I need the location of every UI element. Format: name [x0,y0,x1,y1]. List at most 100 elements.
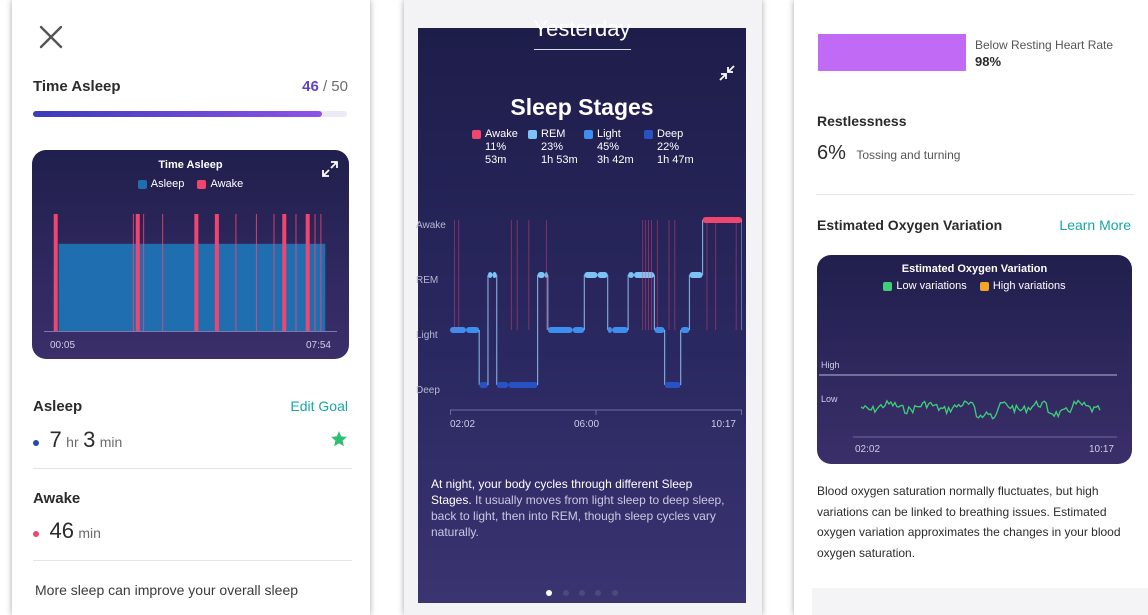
legend-label: Asleep [150,178,185,190]
legend-swatch [644,129,653,139]
awake-mark [162,214,164,332]
next-card-peek [812,588,1148,615]
level-label-rem: REM [416,275,439,286]
legend-pct: 23% [541,141,564,153]
legend-label: Awake [210,178,244,190]
legend-swatch [979,281,989,291]
awake-mark [282,214,287,332]
legend-label: Light [597,128,621,140]
oxygen-screen: Below Resting Heart Rate 98% Restlessnes… [794,0,1148,615]
level-label-deep: Deep [416,385,440,396]
description-body: It usually moves from light sleep to dee… [431,493,725,539]
learn-more-link[interactable]: Learn More [1059,217,1131,233]
stage-segment [547,327,573,333]
chart-legend: Low variations High variations [817,280,1132,292]
legend-swatch [883,281,893,291]
chart-title: Time Asleep [158,159,223,171]
oxygen-description: Blood oxygen saturation normally fluctua… [817,484,1121,560]
page-indicator [418,583,746,601]
header-underline [534,49,631,50]
awake-mark [295,214,297,332]
oxygen-chart[interactable]: Estimated Oxygen Variation Low variation… [817,255,1132,464]
level-label-light: Light [416,330,438,341]
stage-segment [689,272,703,278]
heart-rate-bar [818,34,966,71]
expand-icon[interactable] [321,160,339,178]
sleep-score-value: 46 [302,78,319,95]
awake-mark [255,214,257,332]
close-icon[interactable] [38,24,64,50]
legend-light: Light 45% 3h 42m [584,128,634,167]
divider [33,560,352,561]
asleep-min-unit: min [99,434,123,450]
page-dot[interactable] [562,590,569,596]
tick-mid: 06:00 [574,419,600,430]
sleep-stages-screen: Yesterday Sleep Stages Awake 11% 53m REM… [404,0,762,615]
legend-swatch [197,179,207,189]
stage-segment [597,272,608,278]
legend-awake: Awake 11% 53m [472,128,518,167]
asleep-hours: 7 [49,427,62,452]
awake-mark [305,214,310,332]
awake-mark [53,214,58,332]
page-dot-active[interactable] [546,590,553,596]
legend-pct: 11% [485,141,507,153]
legend-swatch [584,129,593,139]
legend-time: 3h 42m [597,154,634,166]
awake-mark [132,214,134,332]
stage-segment [584,272,598,278]
page-dot[interactable] [579,590,585,596]
stage-segment [607,327,613,333]
time-asleep-label: Time Asleep [33,78,121,95]
asleep-plot [44,214,337,332]
time-asleep-chart[interactable]: Time Asleep Asleep Awake 00:05 07:54 [32,150,349,359]
edit-goal-link[interactable]: Edit Goal [290,398,348,414]
stage-segment [537,272,545,278]
sleep-stages-title: Sleep Stages [510,94,654,120]
stage-segment [612,327,629,333]
legend-time: 53m [485,154,507,166]
chart-end-time: 07:54 [305,340,331,351]
stage-segment [572,327,585,333]
divider [33,468,352,469]
legend-asleep: Asleep [137,178,185,190]
restlessness-desc: Tossing and turning [856,148,961,162]
legend-label: Low variations [896,280,967,292]
legend-time: 1h 53m [541,154,578,166]
awake-mark [216,214,218,332]
stage-segment [664,382,681,388]
chart-start-time: 00:05 [50,340,76,351]
legend-label: REM [541,128,566,140]
legend-swatch [137,179,147,189]
collapse-icon[interactable] [718,64,736,82]
stage-segment [466,327,480,333]
legend-time: 1h 47m [657,154,694,166]
page-dot[interactable] [595,590,602,596]
legend-pct: 22% [657,141,680,153]
awake-mark [273,214,275,332]
sleep-score-max: / 50 [322,78,348,95]
asleep-hr-unit: hr [66,434,79,450]
stage-segment [496,382,509,388]
awake-dot [33,530,39,537]
stage-segment [479,382,488,388]
stage-segment [508,382,538,388]
awake-mark [314,214,316,332]
chart-title: Estimated Oxygen Variation [901,263,1048,275]
awake-minutes: 46 [49,518,74,543]
legend-low: Low variations [883,280,967,292]
legend-label: High variations [992,280,1066,292]
asleep-minutes: 3 [83,427,96,452]
star-icon [330,430,348,448]
stage-segment [628,272,634,278]
legend-rem: REM 23% 1h 53m [528,128,578,167]
awake-min-unit: min [78,525,101,541]
asleep-duration: 7 hr 3 min [33,427,122,453]
legend-label: Deep [657,128,684,140]
page-dot[interactable] [611,590,618,596]
sleep-stages-plot [450,217,742,415]
stage-segment [492,272,497,278]
legend-swatch [472,129,481,139]
legend-awake: Awake [197,178,243,190]
tick-start: 02:02 [450,419,476,430]
